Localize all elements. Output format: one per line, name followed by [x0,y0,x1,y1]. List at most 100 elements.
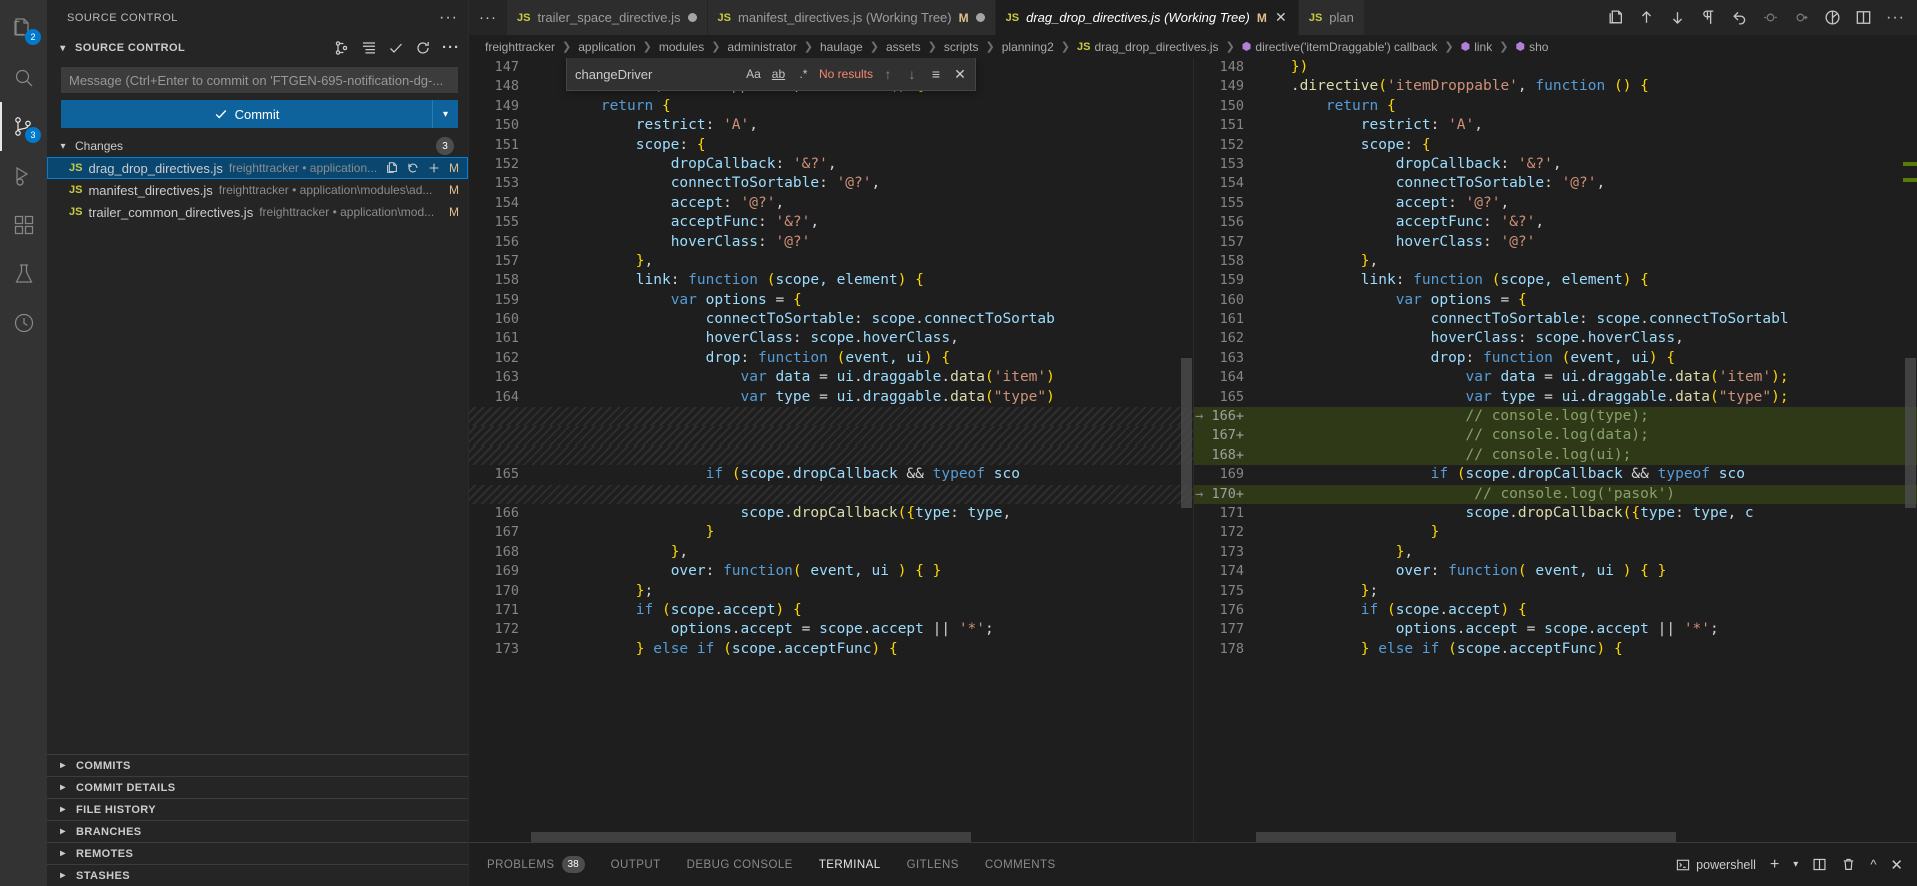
code-line[interactable]: 161 hoverClass: scope.hoverClass, [469,329,1193,348]
code-line[interactable]: 170 }; [469,582,1193,601]
code-content-modified[interactable]: 148 }) 149 .directive('itemDroppable', fu… [1194,58,1917,659]
code-line[interactable]: 167 } [469,523,1193,542]
breadcrumb-item[interactable]: drag_drop_directives.js [1094,40,1218,54]
code-line[interactable]: 167+ // console.log(data); [1194,426,1917,446]
collapse-unchanged-icon[interactable] [1762,9,1779,26]
code-line[interactable]: 148 }) [1194,58,1917,77]
code-line[interactable]: 157 hoverClass: '@?' [1194,233,1917,252]
expand-unchanged-icon[interactable] [1793,9,1810,26]
new-terminal-icon[interactable]: + [1770,856,1779,874]
check-icon[interactable] [388,40,404,56]
source-control-more-icon[interactable]: ··· [442,40,460,55]
diff-pane-modified[interactable]: 148 }) 149 .directive('itemDroppable', fu… [1193,58,1917,842]
commit-message-input[interactable]: Message (Ctrl+Enter to commit on 'FTGEN-… [61,67,458,93]
code-line[interactable]: 152 scope: { [1194,136,1917,155]
breadcrumb-item[interactable]: modules [659,40,704,54]
code-content-original[interactable]: 147148 .directive('itemDroppable', funct… [469,58,1193,659]
code-line[interactable]: 150 restrict: 'A', [469,116,1193,135]
split-editor-icon[interactable] [1607,9,1624,26]
scrollbar-horizontal-left[interactable] [531,832,1179,842]
activitybar-item-extensions[interactable] [0,200,47,249]
code-line[interactable]: 160 connectToSortable: scope.connectToSo… [469,310,1193,329]
code-line[interactable]: 164 var data = ui.draggable.data('item')… [1194,368,1917,387]
sidebar-more-actions-icon[interactable]: ··· [439,9,458,27]
sidebar-section-commit-details[interactable]: ▸ COMMIT DETAILS [47,776,468,798]
whole-word-icon[interactable]: ab [769,67,788,81]
editor-tab-drag-drop-directives[interactable]: JS drag_drop_directives.js (Working Tree… [995,0,1299,35]
view-as-list-icon[interactable] [361,40,377,56]
code-line[interactable]: 171 if (scope.accept) { [469,601,1193,620]
code-line[interactable] [469,445,1193,466]
breadcrumb-item[interactable]: application [578,40,635,54]
panel-tab-comments[interactable]: COMMENTS [985,843,1056,886]
breadcrumb-item[interactable]: directive('itemDraggable') callback [1255,40,1437,54]
sidebar-section-branches[interactable]: ▸ BRANCHES [47,820,468,842]
toggle-whitespace-icon[interactable] [1700,9,1717,26]
activitybar-item-timeline[interactable] [0,298,47,347]
activitybar-item-run-and-debug[interactable] [0,151,47,200]
breadcrumb-item[interactable]: sho [1529,40,1548,54]
code-line[interactable]: 177 options.accept = scope.accept || '*'… [1194,620,1917,639]
code-line[interactable]: 149 return { [469,97,1193,116]
activitybar-item-search[interactable] [0,53,47,102]
activitybar-item-explorer[interactable]: 2 [0,4,47,53]
code-line[interactable]: 162 drop: function (event, ui) { [469,349,1193,368]
code-line[interactable]: 175 }; [1194,582,1917,601]
split-terminal-dropdown-icon[interactable]: ▾ [1793,859,1798,870]
next-change-icon[interactable] [1669,9,1686,26]
maximize-panel-icon[interactable]: ^ [1870,857,1876,872]
code-line[interactable]: 172 } [1194,523,1917,542]
source-control-section-header[interactable]: ▾ SOURCE CONTROL ··· [47,35,468,61]
code-line[interactable]: 154 accept: '@?', [469,194,1193,213]
code-line[interactable]: 168 }, [469,543,1193,562]
breadcrumb-item[interactable]: assets [886,40,921,54]
scrollbar-vertical-right[interactable] [1903,58,1917,842]
code-line[interactable]: 172 options.accept = scope.accept || '*'… [469,620,1193,639]
panel-tab-gitlens[interactable]: GITLENS [907,843,959,886]
sidebar-section-stashes[interactable]: ▸ STASHES [47,864,468,886]
code-line[interactable] [469,484,1193,504]
match-case-icon[interactable]: Aa [744,67,763,81]
panel-tab-output[interactable]: OUTPUT [611,843,661,886]
code-line[interactable]: 176 if (scope.accept) { [1194,601,1917,620]
regex-icon[interactable]: .* [794,67,813,81]
stage-changes-icon[interactable] [427,161,441,175]
close-panel-icon[interactable]: ✕ [1890,856,1903,874]
scrollbar-horizontal-right[interactable] [1256,832,1903,842]
tab-dirty-indicator[interactable] [687,13,697,22]
commit-button[interactable]: Commit [61,100,432,128]
more-actions-icon[interactable]: ··· [1886,9,1905,25]
code-line[interactable]: → 170+ // console.log('pasok') [1194,484,1917,504]
breadcrumb-item[interactable]: scripts [944,40,979,54]
code-line[interactable]: 159 link: function (scope, element) { [1194,271,1917,290]
code-line[interactable]: 150 return { [1194,97,1917,116]
find-widget[interactable]: changeDriver Aa ab .* No results ↑ ↓ ≡ ✕ [566,58,976,91]
editor-tab-trailer-space-directive[interactable]: JS trailer_space_directive.js [507,0,708,35]
breadcrumb-item[interactable]: link [1474,40,1492,54]
sidebar-section-remotes[interactable]: ▸ REMOTES [47,842,468,864]
code-line[interactable]: 156 hoverClass: '@?' [469,233,1193,252]
find-input[interactable]: changeDriver [575,62,738,86]
split-terminal-icon[interactable] [1812,857,1827,872]
code-line[interactable]: 149 .directive('itemDroppable', function… [1194,77,1917,96]
breadcrumb-item[interactable]: freighttracker [485,40,555,54]
find-previous-icon[interactable]: ↑ [879,66,897,82]
editor-tab-plan[interactable]: JS plan [1298,0,1365,35]
changes-group-header[interactable]: ▾ Changes 3 [47,135,468,157]
scrollbar-vertical-left[interactable] [1179,58,1193,842]
code-line[interactable]: 161 connectToSortable: scope.connectToSo… [1194,310,1917,329]
code-line[interactable]: 164 var type = ui.draggable.data("type") [469,388,1193,407]
code-line[interactable]: 153 connectToSortable: '@?', [469,174,1193,193]
editor-tab-manifest-directives[interactable]: JS manifest_directives.js (Working Tree)… [707,0,996,35]
code-line[interactable] [469,426,1193,446]
code-line[interactable]: 158 link: function (scope, element) { [469,271,1193,290]
find-in-selection-icon[interactable]: ≡ [927,66,945,82]
terminal-shell-selector[interactable]: powershell [1676,858,1756,872]
code-line[interactable]: 174 over: function( event, ui ) { } [1194,562,1917,581]
code-line[interactable]: 163 var data = ui.draggable.data('item') [469,368,1193,387]
discard-changes-icon[interactable] [406,161,420,175]
code-line[interactable]: 158 }, [1194,252,1917,271]
code-line[interactable]: 153 dropCallback: '&?', [1194,155,1917,174]
code-line[interactable]: 169 if (scope.dropCallback && typeof sco [1194,465,1917,484]
find-close-icon[interactable]: ✕ [951,66,969,83]
